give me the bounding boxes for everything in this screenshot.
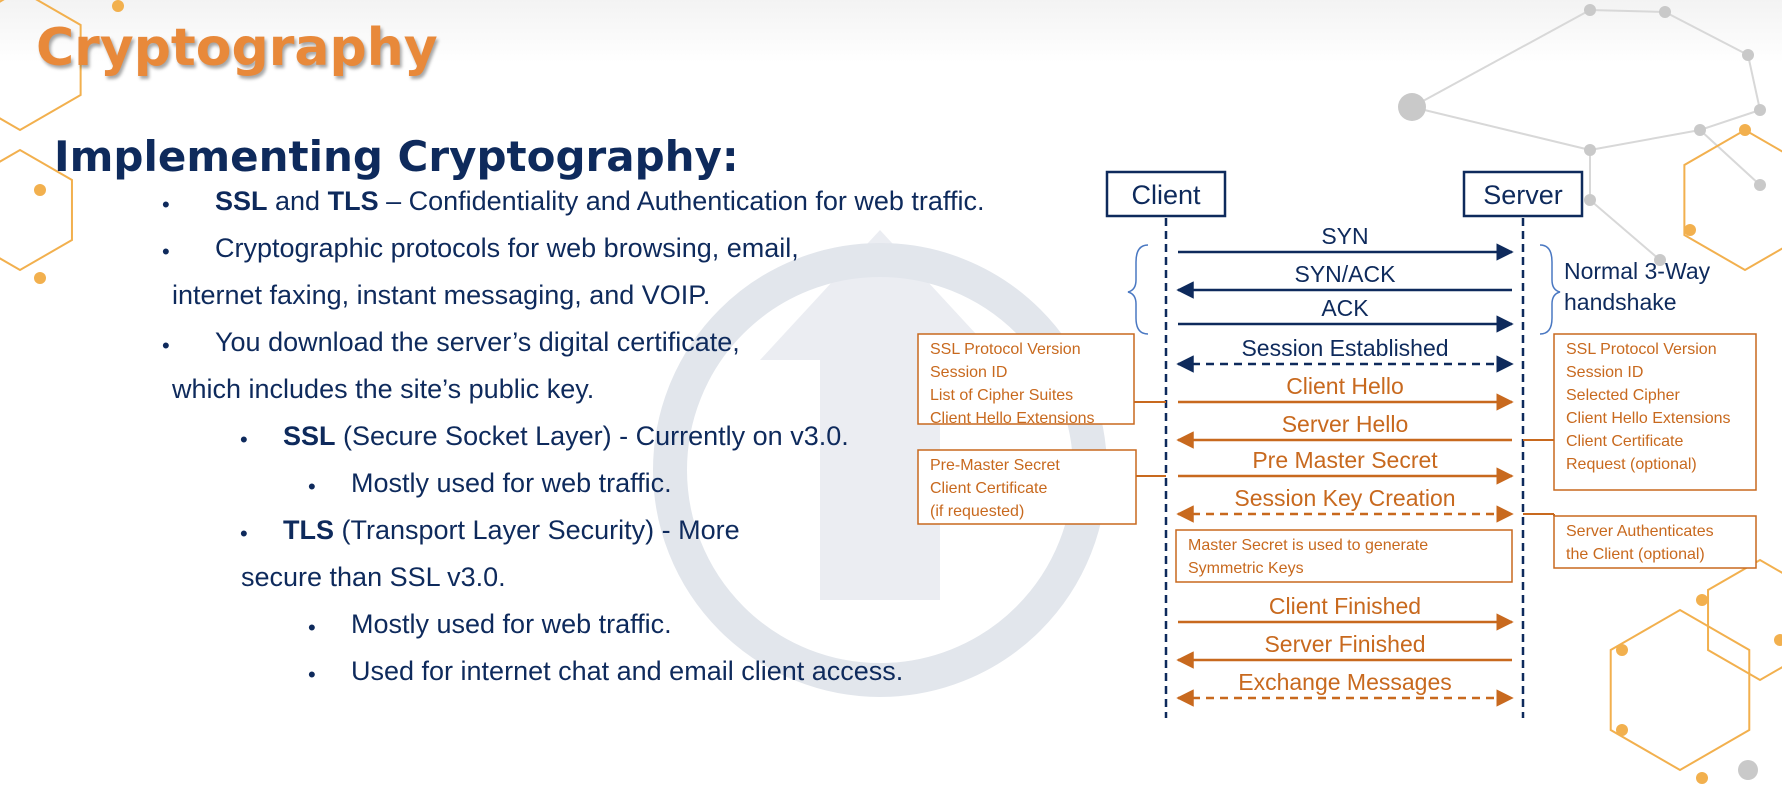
message-label: Session Key Creation <box>1234 485 1455 511</box>
left-brace-icon <box>1127 244 1149 335</box>
note-line: Client Hello Extensions <box>1566 410 1731 427</box>
message-label: Server Hello <box>1282 411 1409 437</box>
message-label: Exchange Messages <box>1238 669 1452 695</box>
handshake-note: handshake <box>1564 289 1677 315</box>
note-line: Client Certificate <box>1566 433 1683 450</box>
message-label: ACK <box>1321 295 1369 321</box>
note-line: Session ID <box>1566 364 1643 381</box>
message-label: Client Finished <box>1269 593 1421 619</box>
note-line: Server Authenticates <box>1566 523 1714 540</box>
note-line: Client Hello Extensions <box>930 410 1095 427</box>
note-line: (if requested) <box>930 503 1024 520</box>
note-line: SSL Protocol Version <box>1566 341 1717 358</box>
message-label: Client Hello <box>1286 373 1404 399</box>
server-label: Server <box>1483 180 1563 210</box>
message-label: Server Finished <box>1264 631 1425 657</box>
note-line: Selected Cipher <box>1566 387 1681 404</box>
note-line: List of Cipher Suites <box>930 387 1073 404</box>
note-line: Request (optional) <box>1566 456 1697 473</box>
note-line: Client Certificate <box>930 480 1047 497</box>
note-line: Master Secret is used to generate <box>1188 537 1428 554</box>
message-label: SYN/ACK <box>1295 261 1397 287</box>
note-line: the Client (optional) <box>1566 546 1705 563</box>
note-line: SSL Protocol Version <box>930 341 1081 358</box>
right-brace-icon <box>1539 244 1561 335</box>
note-line: Session ID <box>930 364 1007 381</box>
note-line: Symmetric Keys <box>1188 560 1304 577</box>
note-line: Pre-Master Secret <box>930 457 1060 474</box>
message-label: Pre Master Secret <box>1252 447 1438 473</box>
handshake-note: Normal 3-Way <box>1564 258 1711 284</box>
ssl-handshake-diagram: Client Server SYN SYN/ACK ACK Session Establi… <box>917 170 1757 718</box>
client-label: Client <box>1131 180 1201 210</box>
message-label: Session Established <box>1241 335 1448 361</box>
message-label: SYN <box>1321 223 1368 249</box>
